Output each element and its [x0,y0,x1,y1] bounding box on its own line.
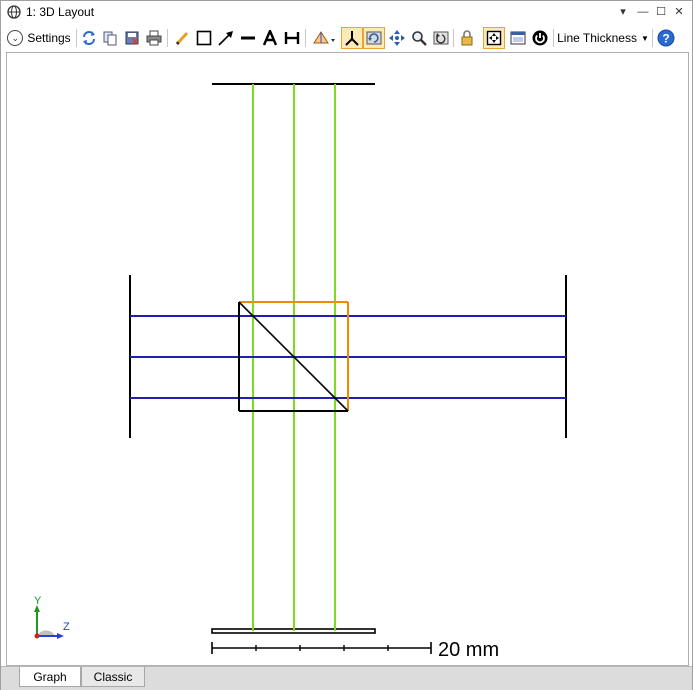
fit-icon [486,30,502,46]
dimension-icon [284,32,300,44]
line-thickness-label: Line Thickness [557,31,637,45]
refresh-icon [83,31,95,45]
settings-label: Settings [27,31,71,45]
save-button[interactable] [122,27,142,49]
help-icon: ? [657,29,675,47]
title-bar: 1: 3D Layout ▾ — ☐ ✕ [1,1,692,23]
axis-z-label: Z [63,621,70,633]
layout-window: 1: 3D Layout ▾ — ☐ ✕ ⌄ Settings Line Thi… [0,0,693,690]
toolbar-divider [167,29,168,47]
text-icon [262,30,278,46]
draw-pencil-button[interactable] [172,27,192,49]
lock-icon [461,30,473,46]
dropdown-menu-button[interactable]: ▾ [615,4,631,20]
zoom-icon [412,31,427,46]
print-button[interactable] [144,27,164,49]
lock-button[interactable] [457,27,477,49]
axis-view-button[interactable] [341,27,363,49]
tab-bar: Graph Classic [1,666,692,690]
draw-rectangle-button[interactable] [194,27,214,49]
toolbar-divider [453,29,454,47]
view-orientation-icon [313,31,335,44]
line-icon [241,36,255,40]
close-button[interactable]: ✕ [671,4,687,20]
tab-graph[interactable]: Graph [19,667,81,687]
layout-svg: 20 mm Y Z [34,83,567,661]
minimize-button[interactable]: — [635,4,651,20]
toolbar: ⌄ Settings Line Thickness ▼ ? [1,24,692,52]
tab-classic[interactable]: Classic [81,667,145,687]
dropdown-arrow-icon: ▼ [640,33,649,43]
rectangle-icon [196,30,212,46]
window-title: 1: 3D Layout [26,5,95,19]
draw-arrow-button[interactable] [216,27,236,49]
scale-bar [211,642,432,654]
pan-icon [389,30,405,46]
toolbar-divider [652,29,653,47]
refresh-button[interactable] [79,27,99,49]
view-orientation-dropdown[interactable] [310,27,338,49]
axis-y-label: Y [34,595,42,607]
window-icon [510,31,526,45]
draw-text-button[interactable] [260,27,280,49]
axis-icon [345,31,359,46]
arrow-icon [218,31,233,46]
zoom-button[interactable] [409,27,429,49]
power-icon [532,30,548,46]
layout-plot-area[interactable]: 20 mm Y Z [6,52,689,666]
draw-dimension-button[interactable] [282,27,302,49]
copy-icon [103,31,117,46]
line-thickness-dropdown[interactable]: Line Thickness ▼ [557,27,649,49]
save-icon [125,31,139,45]
scale-bar-label: 20 mm [438,639,499,661]
print-icon [146,30,162,46]
app-icon [7,5,21,19]
svg-text:?: ? [662,32,669,46]
chevron-down-icon: ⌄ [7,30,24,46]
reset-view-icon [433,31,449,45]
pencil-icon [175,31,189,46]
axis-indicator [34,605,64,639]
new-window-button[interactable] [508,27,528,49]
copy-button[interactable] [100,27,120,49]
auto-update-button[interactable] [530,27,550,49]
rotate-icon [366,31,382,45]
rotate-button[interactable] [363,27,385,49]
toolbar-divider [553,29,554,47]
toolbar-divider [305,29,306,47]
fit-button[interactable] [483,27,505,49]
reset-view-button[interactable] [431,27,451,49]
maximize-button[interactable]: ☐ [653,4,669,20]
help-button[interactable]: ? [656,27,676,49]
settings-button[interactable]: ⌄ Settings [5,27,73,49]
toolbar-divider [76,29,77,47]
draw-line-button[interactable] [238,27,258,49]
pan-button[interactable] [387,27,407,49]
